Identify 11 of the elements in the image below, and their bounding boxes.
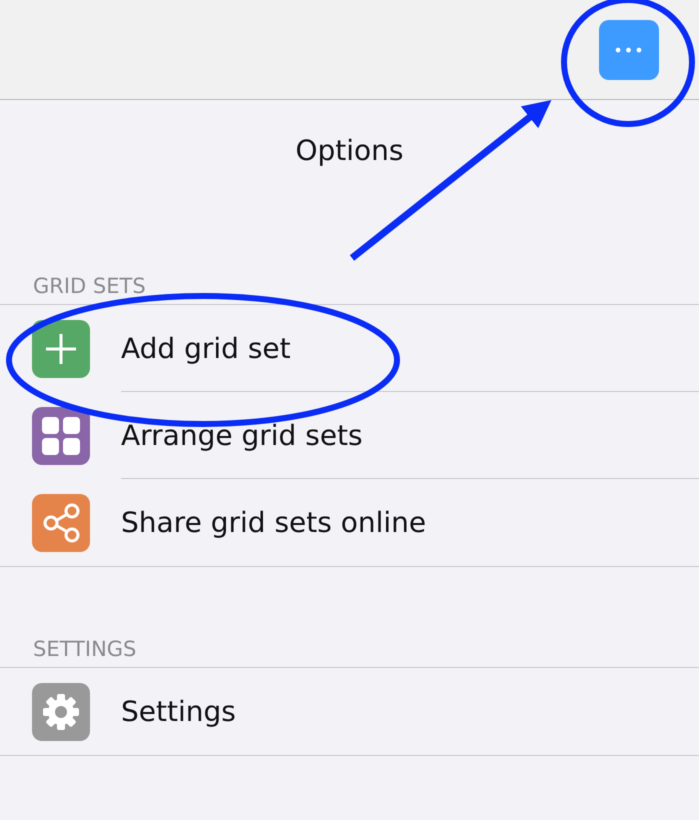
grid-icon [42, 416, 80, 454]
section-header: GRID SETS [33, 274, 146, 298]
menu-item[interactable]: Share grid sets online [121, 506, 426, 539]
share-icon [41, 502, 81, 542]
section-header: SETTINGS [33, 637, 136, 661]
plus-icon [44, 332, 78, 366]
menu-item[interactable]: Arrange grid sets [121, 418, 363, 452]
menu-item[interactable]: Add grid set [121, 332, 291, 364]
menu-item[interactable]: Settings [121, 695, 236, 728]
settings-icon [41, 692, 81, 732]
page-title: Options [294, 134, 405, 169]
